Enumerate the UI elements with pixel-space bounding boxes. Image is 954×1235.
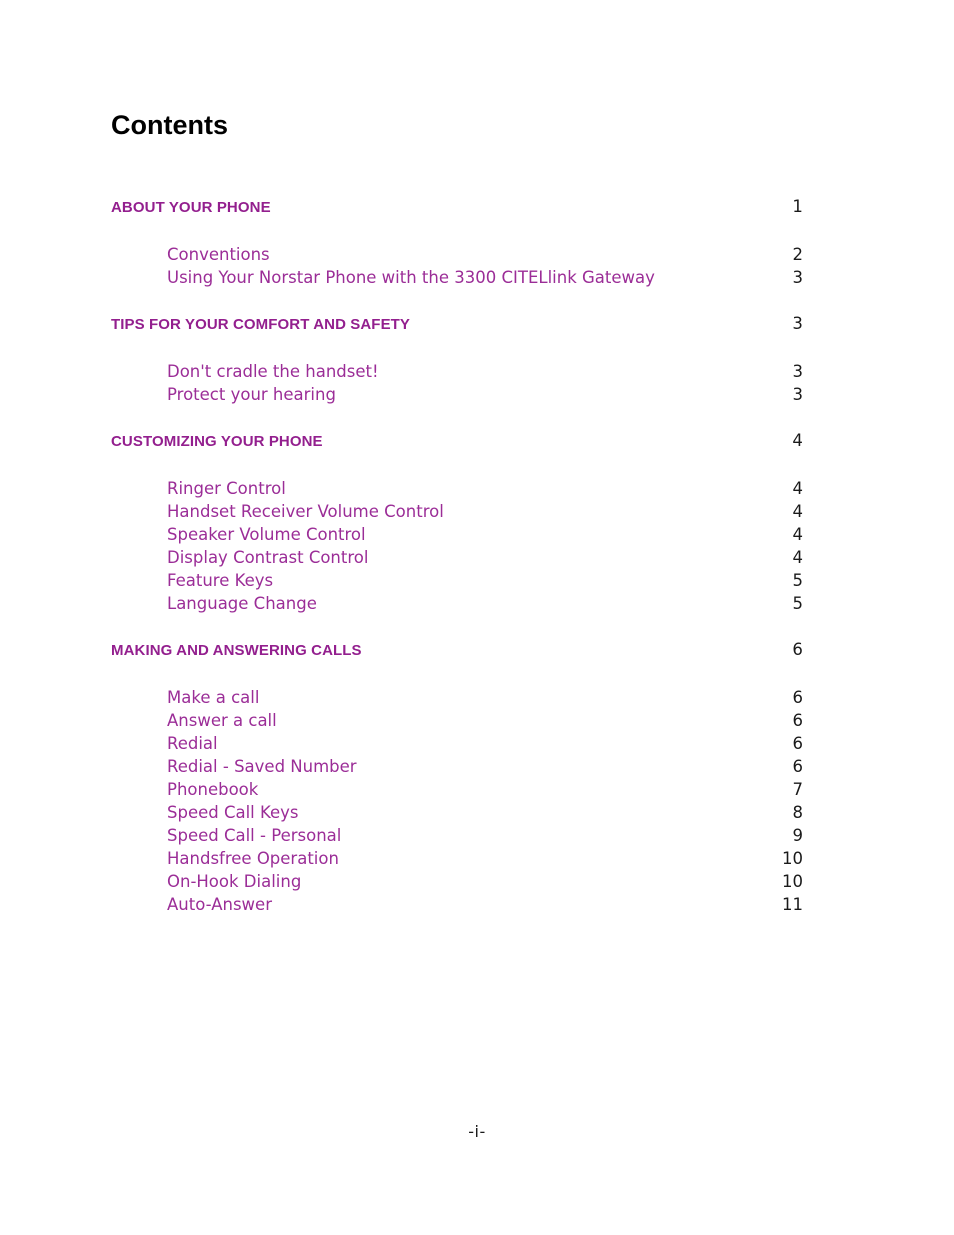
toc-entry-page-number: 4 (792, 525, 804, 544)
toc-entry-row[interactable]: Don't cradle the handset! 3 (111, 360, 803, 383)
toc-entry-page-number: 5 (792, 594, 804, 613)
toc-entry-list: Ringer Control 4 Handset Receiver Volume C… (111, 477, 803, 615)
toc-entry-page-number: 3 (792, 362, 804, 381)
toc-entry-page-number: 6 (792, 688, 804, 707)
toc-heading-page-number: 4 (792, 431, 803, 450)
toc-entry-list: Conventions 2 Using Your Norstar Phone wit… (111, 243, 803, 289)
toc-section: MAKING AND ANSWERING CALLS 6 Make a call 6 A… (111, 639, 803, 916)
toc-entry-label: Phonebook (167, 780, 259, 799)
toc-entry-label: Answer a call (167, 711, 277, 730)
toc-heading-row[interactable]: CUSTOMIZING YOUR PHONE 4 (111, 430, 803, 453)
toc-entry-label: Handsfree Operation (167, 849, 339, 868)
toc-entry-row[interactable]: Answer a call 6 (111, 709, 803, 732)
toc-entry-page-number: 5 (792, 571, 804, 590)
toc-entry-row[interactable]: Speed Call - Personal 9 (111, 824, 803, 847)
toc-entry-row[interactable]: Ringer Control 4 (111, 477, 803, 500)
toc-entry-page-number: 6 (792, 757, 804, 776)
toc-entry-page-number: 3 (792, 268, 804, 287)
toc-entry-row[interactable]: Redial 6 (111, 732, 803, 755)
toc-section: CUSTOMIZING YOUR PHONE 4 Ringer Control 4 Ha… (111, 430, 803, 615)
toc-heading-label: ABOUT YOUR PHONE (111, 199, 271, 216)
toc-entry-page-number: 4 (792, 479, 804, 498)
toc-entry-label: On-Hook Dialing (167, 872, 302, 891)
toc-entry-row[interactable]: Feature Keys 5 (111, 569, 803, 592)
toc-entry-label: Auto-Answer (167, 895, 272, 914)
toc-entry-row[interactable]: Phonebook 7 (111, 778, 803, 801)
toc-entry-page-number: 4 (792, 548, 804, 567)
toc-entry-label: Don't cradle the handset! (167, 362, 379, 381)
toc-entry-label: Make a call (167, 688, 260, 707)
toc-entry-page-number: 8 (792, 803, 804, 822)
toc-entry-page-number: 10 (782, 849, 803, 868)
toc-entry-label: Conventions (167, 245, 270, 264)
toc-entry-label: Feature Keys (167, 571, 274, 590)
toc-entry-page-number: 6 (792, 711, 804, 730)
toc-heading-label: TIPS FOR YOUR COMFORT AND SAFETY (111, 316, 411, 333)
toc-entry-row[interactable]: Display Contrast Control 4 (111, 546, 803, 569)
toc-entry-page-number: 7 (792, 780, 804, 799)
toc-entry-row[interactable]: Conventions 2 (111, 243, 803, 266)
toc-heading-page-number: 6 (792, 640, 803, 659)
toc-entry-label: Handset Receiver Volume Control (167, 502, 444, 521)
toc-heading-label: CUSTOMIZING YOUR PHONE (111, 433, 323, 450)
toc-entry-label: Protect your hearing (167, 385, 336, 404)
toc-entry-page-number: 10 (782, 872, 803, 891)
toc-entry-row[interactable]: Protect your hearing 3 (111, 383, 803, 406)
toc-entry-page-number: 2 (792, 245, 804, 264)
toc-entry-row[interactable]: Using Your Norstar Phone with the 3300 C… (111, 266, 803, 289)
toc-entry-label: Redial (167, 734, 218, 753)
toc-entry-label: Speaker Volume Control (167, 525, 366, 544)
toc-entry-row[interactable]: On-Hook Dialing 10 (111, 870, 803, 893)
toc-entry-row[interactable]: Language Change 5 (111, 592, 803, 615)
toc-entry-page-number: 3 (792, 385, 804, 404)
toc-section: ABOUT YOUR PHONE 1 Conventions 2 Using Your … (111, 196, 803, 289)
toc-entry-row[interactable]: Redial - Saved Number 6 (111, 755, 803, 778)
table-of-contents: ABOUT YOUR PHONE 1 Conventions 2 Using Your … (111, 196, 803, 916)
page-footer: -i- (468, 1122, 486, 1141)
toc-entry-label: Language Change (167, 594, 317, 613)
toc-entry-label: Using Your Norstar Phone with the 3300 C… (167, 268, 655, 287)
toc-entry-page-number: 9 (792, 826, 804, 845)
toc-entry-row[interactable]: Handsfree Operation 10 (111, 847, 803, 870)
toc-entry-label: Speed Call - Personal (167, 826, 342, 845)
toc-heading-row[interactable]: ABOUT YOUR PHONE 1 (111, 196, 803, 219)
toc-heading-row[interactable]: TIPS FOR YOUR COMFORT AND SAFETY 3 (111, 313, 803, 336)
toc-heading-label: MAKING AND ANSWERING CALLS (111, 642, 362, 659)
page-title: Contents (111, 110, 228, 140)
toc-heading-page-number: 3 (792, 314, 803, 333)
toc-entry-label: Display Contrast Control (167, 548, 369, 567)
toc-heading-row[interactable]: MAKING AND ANSWERING CALLS 6 (111, 639, 803, 662)
toc-heading-page-number: 1 (792, 197, 803, 216)
toc-entry-label: Speed Call Keys (167, 803, 299, 822)
toc-entry-label: Redial - Saved Number (167, 757, 357, 776)
toc-entry-page-number: 6 (792, 734, 804, 753)
toc-entry-row[interactable]: Auto-Answer 11 (111, 893, 803, 916)
toc-entry-label: Ringer Control (167, 479, 286, 498)
toc-entry-page-number: 4 (792, 502, 804, 521)
toc-entry-list: Don't cradle the handset! 3 Protect your h… (111, 360, 803, 406)
toc-section: TIPS FOR YOUR COMFORT AND SAFETY 3 Don't c… (111, 313, 803, 406)
toc-entry-row[interactable]: Handset Receiver Volume Control 4 (111, 500, 803, 523)
toc-entry-row[interactable]: Make a call 6 (111, 686, 803, 709)
toc-entry-page-number: 11 (782, 895, 803, 914)
toc-entry-row[interactable]: Speaker Volume Control 4 (111, 523, 803, 546)
document-page: Contents ABOUT YOUR PHONE 1 Conventions 2 Us… (0, 0, 954, 1235)
toc-entry-row[interactable]: Speed Call Keys 8 (111, 801, 803, 824)
toc-entry-list: Make a call 6 Answer a call 6 Redial 6 Redial … (111, 686, 803, 916)
